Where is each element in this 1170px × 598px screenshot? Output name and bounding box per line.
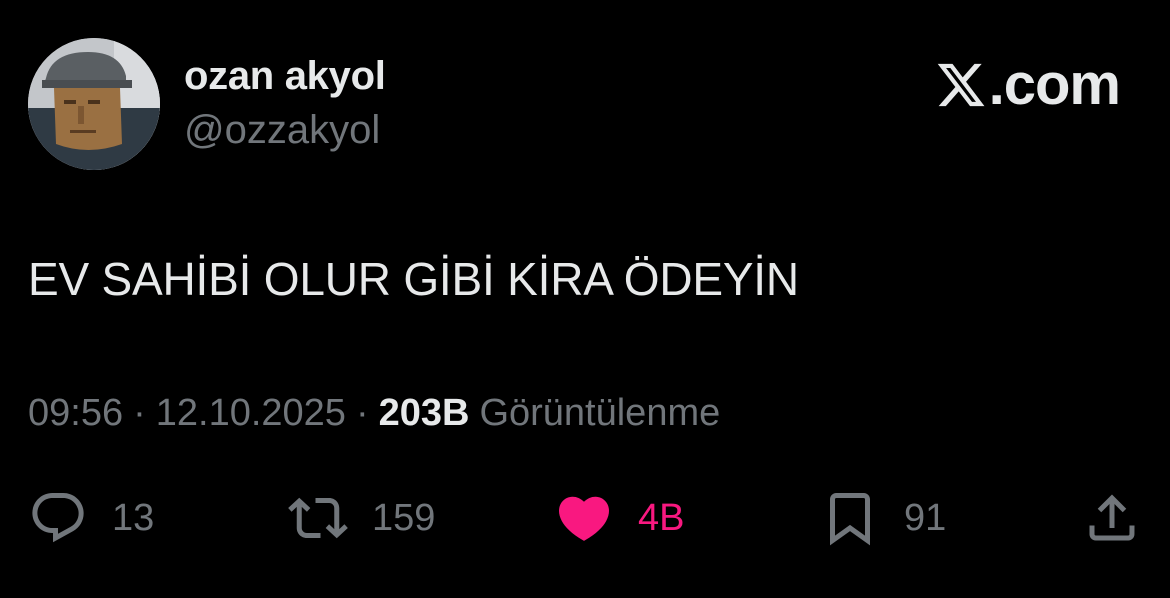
- user-handle[interactable]: @ozzakyol: [184, 108, 380, 153]
- tweet-text: EV SAHİBİ OLUR GİBİ KİRA ÖDEYİN: [28, 253, 799, 305]
- bookmark-count: 91: [904, 496, 947, 539]
- views-count: 203B: [378, 392, 470, 434]
- retweet-count: 159: [372, 496, 436, 539]
- retweet-icon: [288, 497, 348, 539]
- views-label: Görüntülenme: [479, 392, 721, 434]
- bookmark-button[interactable]: 91: [820, 486, 946, 550]
- bookmark-icon: [830, 493, 870, 546]
- avatar-image: [28, 38, 160, 170]
- brand-domain: .com: [988, 52, 1121, 117]
- brand-label: .com: [935, 52, 1121, 117]
- share-icon: [1089, 494, 1135, 541]
- avatar[interactable]: [28, 38, 160, 170]
- reply-count: 13: [112, 496, 155, 539]
- reply-button[interactable]: 13: [28, 486, 154, 550]
- action-bar: 13 159 4B 91: [0, 486, 1170, 550]
- meta-separator: ·: [355, 392, 369, 434]
- meta-separator: ·: [133, 392, 146, 434]
- tweet-time[interactable]: 09:56: [28, 392, 123, 435]
- retweet-button[interactable]: 159: [288, 486, 435, 550]
- x-logo-icon: [937, 63, 985, 107]
- reply-icon: [32, 493, 84, 543]
- like-button[interactable]: 4B: [554, 486, 684, 550]
- tweet-meta: 09:56 · 12.10.2025 · 203B Görüntülenme: [28, 392, 720, 435]
- heart-icon: [558, 496, 610, 541]
- display-name[interactable]: ozan akyol: [184, 54, 386, 99]
- tweet-date[interactable]: 12.10.2025: [156, 392, 346, 435]
- like-count: 4B: [638, 496, 685, 539]
- share-button[interactable]: [1082, 486, 1142, 550]
